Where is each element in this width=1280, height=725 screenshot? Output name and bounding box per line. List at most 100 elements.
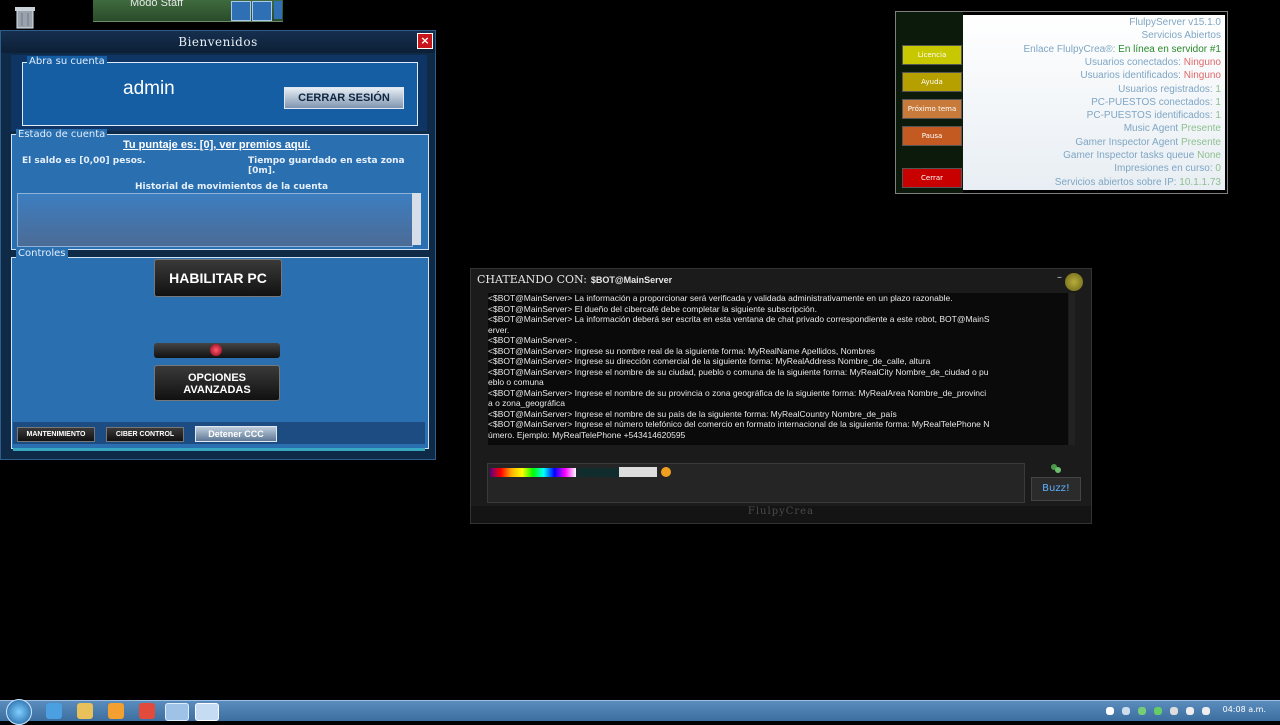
- chat-message: <$BOT@MainServer> Ingrese el nombre de s…: [488, 408, 897, 419]
- server-info-value: None: [1194, 150, 1221, 161]
- score-link[interactable]: Tu puntaje es: [0], ver premios aquí.: [123, 139, 310, 151]
- chat-message: <$BOT@MainServer> Ingrese su nombre real…: [488, 345, 876, 356]
- chat-message: <$BOT@MainServer> La información deberá …: [488, 314, 990, 324]
- advanced-options-line1: OPCIONES: [187, 372, 247, 384]
- chat-message: erver.: [488, 324, 510, 335]
- volume-icon[interactable]: [1202, 707, 1210, 715]
- server-info-label: Usuarios registrados:: [1118, 83, 1213, 95]
- advanced-options-line2: AVANZADAS: [183, 384, 251, 396]
- chat-message: <$BOT@MainServer> Ingrese el nombre de s…: [488, 366, 989, 377]
- chat-message: <$BOT@MainServer> Ingrese el número tele…: [488, 419, 990, 429]
- chat-message: a o zona_geográfica: [488, 398, 566, 408]
- history-list[interactable]: [17, 193, 413, 247]
- server-info-label: Usuarios identificados:: [1080, 70, 1181, 82]
- color-palette[interactable]: [490, 468, 576, 477]
- history-scrollbar[interactable]: [412, 193, 421, 245]
- ie-icon[interactable]: [46, 703, 62, 719]
- chat-close-button[interactable]: [1065, 273, 1083, 291]
- server-info-line: Enlace FlulpyCrea®: En línea en servidor…: [1024, 44, 1221, 55]
- network-icon[interactable]: [1186, 707, 1194, 715]
- chat-message: <$BOT@MainServer> El dueño del cibercafé…: [488, 303, 817, 314]
- buzz-icon: [1049, 461, 1063, 475]
- controls-legend: Controles: [16, 248, 68, 259]
- tray-icon-5[interactable]: [1170, 707, 1178, 715]
- start-button[interactable]: [6, 699, 32, 725]
- logout-button[interactable]: CERRAR SESIÓN: [284, 87, 404, 109]
- cart-icon[interactable]: [231, 1, 251, 21]
- balance-text: El saldo es [0,00] pesos.: [22, 156, 146, 166]
- server-info-label: Enlace FlulpyCrea®:: [1023, 43, 1116, 55]
- help-button[interactable]: Ayuda: [902, 72, 962, 92]
- recycle-bin-icon[interactable]: [12, 4, 38, 30]
- next-theme-button[interactable]: Próximo tema: [902, 99, 962, 119]
- close-button[interactable]: ×: [417, 33, 433, 49]
- server-info-label: Impresiones en curso:: [1114, 163, 1213, 175]
- app-taskbar-button[interactable]: [165, 703, 189, 721]
- server-info-lines: FlulpyServer v15.1.0 Servicios Abiertos En…: [963, 15, 1225, 190]
- history-label: Historial de movimientos de la cuenta: [135, 182, 329, 192]
- chat-message: <$BOT@MainServer> La información a propo…: [488, 293, 953, 303]
- server-info-line: Impresiones en curso: 0: [1114, 163, 1221, 174]
- server-info-label: Usuarios conectados:: [1084, 56, 1181, 68]
- format-tools-icon[interactable]: [619, 467, 657, 477]
- maintenance-button[interactable]: MANTENIMIENTO: [17, 427, 95, 442]
- server-info-value: 1: [1212, 83, 1221, 95]
- clock[interactable]: 04:08 a.m.: [1223, 705, 1266, 714]
- server-info-line: Music Agent Presente: [1124, 123, 1221, 134]
- color-preview: [577, 468, 619, 477]
- chrome-icon[interactable]: [139, 703, 155, 719]
- tray-icon-4[interactable]: [1154, 707, 1162, 715]
- chat-log-scrollbar[interactable]: [1069, 293, 1075, 445]
- advanced-options-button[interactable]: OPCIONES AVANZADAS: [154, 365, 280, 401]
- chat-taskbar-button[interactable]: [195, 703, 219, 721]
- server-info-line: FlulpyServer v15.1.0: [1129, 17, 1221, 28]
- account-legend: Abra su cuenta: [27, 56, 107, 67]
- cyber-control-button[interactable]: CIBER CONTROL: [106, 427, 184, 442]
- tray-icon-3[interactable]: [1138, 707, 1146, 715]
- welcome-window: Bienvenidos × Abra su cuenta admin CERRA…: [0, 30, 436, 460]
- stop-ccc-button[interactable]: Detener CCC: [195, 426, 277, 442]
- server-info-line: PC-PUESTOS conectados: 1: [1091, 97, 1221, 108]
- server-close-button[interactable]: Cerrar: [902, 168, 962, 188]
- buzz-button[interactable]: Buzz!: [1031, 477, 1081, 501]
- server-info-label: PC-PUESTOS conectados:: [1091, 96, 1213, 108]
- chat-minimize-button[interactable]: –: [1057, 272, 1062, 283]
- server-info-label: Servicios Abiertos: [1141, 30, 1221, 42]
- server-info-label: Gamer Inspector Agent: [1075, 136, 1179, 148]
- status-legend: Estado de cuenta: [16, 129, 108, 140]
- server-info-label: FlulpyServer v15.1.0: [1129, 17, 1221, 28]
- tray-icon-2[interactable]: [1122, 707, 1130, 715]
- server-info-line: Usuarios identificados: Ninguno: [1080, 70, 1221, 81]
- staff-mode-edge: [274, 1, 282, 19]
- server-info-label: Gamer Inspector tasks queue: [1063, 150, 1195, 161]
- server-info-value: Presente: [1178, 123, 1221, 135]
- media-player-icon[interactable]: [108, 703, 124, 719]
- server-info-value: Presente: [1178, 136, 1221, 148]
- chat-message: <$BOT@MainServer> Ingrese su dirección c…: [488, 356, 931, 366]
- welcome-window-title: Bienvenidos: [1, 31, 435, 53]
- chat-log[interactable]: <$BOT@MainServer> La información a propo…: [488, 293, 1068, 445]
- server-info-value: 1: [1212, 110, 1221, 122]
- staff-mode-label: Modo Staff: [130, 0, 183, 9]
- printer-icon[interactable]: [252, 1, 272, 21]
- server-info-line: Servicios Abiertos: [1142, 30, 1221, 41]
- server-info-value: Ninguno: [1180, 70, 1221, 82]
- server-info-value: Ninguno: [1180, 56, 1221, 68]
- server-info-line: Servicios abiertos sobre IP: 10.1.1.73: [1055, 177, 1221, 188]
- server-info-value: 1: [1212, 96, 1221, 108]
- pause-button[interactable]: Pausa: [902, 126, 962, 146]
- emoticon-icon[interactable]: [661, 467, 671, 477]
- chat-title: Chateando con: $BOT@MainServer: [477, 272, 672, 286]
- time-saved-text: Tiempo guardado en esta zona [0m].: [248, 156, 405, 176]
- server-info-value: 10.1.1.73: [1176, 176, 1221, 188]
- chat-title-user: $BOT@MainServer: [590, 275, 673, 285]
- server-info-line: Gamer Inspector Agent Presente: [1075, 137, 1221, 148]
- power-led-icon: [210, 344, 222, 356]
- chat-window: Chateando con: $BOT@MainServer – <$BOT@M…: [470, 268, 1092, 524]
- explorer-icon[interactable]: [77, 703, 93, 719]
- enable-pc-button[interactable]: HABILITAR PC: [154, 259, 282, 297]
- license-button[interactable]: Licencia: [902, 45, 962, 65]
- server-info-value: 0: [1212, 163, 1221, 175]
- tray-icon-1[interactable]: [1106, 707, 1114, 715]
- username-label: admin: [123, 78, 175, 99]
